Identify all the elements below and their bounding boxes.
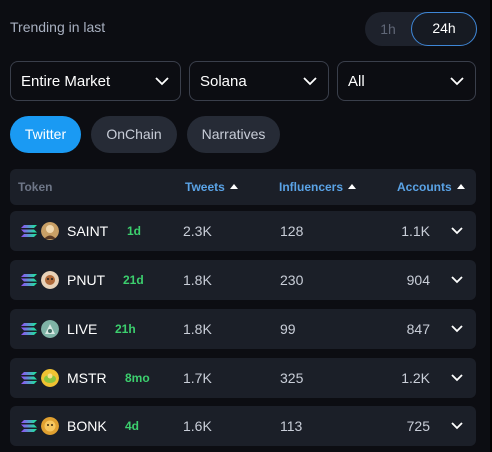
table-row[interactable]: PNUT 21d 1.8K 230 904 bbox=[10, 260, 476, 300]
solana-icon bbox=[21, 274, 37, 286]
column-label-influencers: Influencers bbox=[279, 180, 344, 194]
column-label-token: Token bbox=[18, 180, 53, 194]
token-avatar bbox=[41, 271, 59, 289]
chevron-down-icon[interactable] bbox=[450, 274, 464, 286]
column-header-token: Token bbox=[18, 180, 52, 194]
column-label-accounts: Accounts bbox=[397, 180, 452, 194]
table-row[interactable]: LIVE 21h 1.8K 99 847 bbox=[10, 309, 476, 349]
token-avatar bbox=[41, 369, 59, 387]
table-row[interactable]: BONK 4d 1.6K 113 725 bbox=[10, 406, 476, 446]
tab-twitter[interactable]: Twitter bbox=[10, 116, 81, 153]
time-range-toggle: 1h 24h bbox=[365, 12, 477, 46]
column-header-accounts[interactable]: Accounts bbox=[397, 180, 465, 194]
tab-onchain[interactable]: OnChain bbox=[91, 116, 177, 153]
influencers-count: 113 bbox=[280, 418, 303, 434]
time-option-1h[interactable]: 1h bbox=[365, 12, 411, 46]
influencers-count: 128 bbox=[280, 223, 304, 239]
tweets-count: 1.7K bbox=[183, 370, 212, 386]
accounts-count: 904 bbox=[406, 272, 430, 288]
chevron-down-icon[interactable] bbox=[450, 323, 464, 335]
trending-panel: Trending in last 1h 24h Entire Market So… bbox=[0, 0, 490, 452]
influencers-count: 99 bbox=[280, 321, 296, 337]
sort-up-icon bbox=[229, 184, 238, 190]
table-header: Token Tweets Influencers Accounts bbox=[10, 169, 476, 205]
market-select[interactable]: Entire Market bbox=[10, 61, 181, 101]
token-age: 21h bbox=[115, 322, 136, 336]
table-row[interactable]: SAINT 1d 2.3K 128 1.1K bbox=[10, 211, 476, 251]
solana-icon bbox=[21, 372, 37, 384]
sort-up-icon bbox=[348, 184, 357, 190]
solana-icon bbox=[21, 420, 37, 432]
tweets-count: 1.8K bbox=[183, 272, 212, 288]
chevron-down-icon[interactable] bbox=[450, 225, 464, 237]
chevron-down-icon bbox=[303, 77, 317, 86]
influencers-count: 230 bbox=[280, 272, 304, 288]
sort-up-icon bbox=[456, 184, 465, 190]
tweets-count: 1.8K bbox=[183, 321, 212, 337]
time-option-24h[interactable]: 24h bbox=[411, 12, 477, 46]
chevron-down-icon[interactable] bbox=[450, 420, 464, 432]
token-symbol: MSTR bbox=[67, 370, 107, 386]
accounts-count: 1.2K bbox=[401, 370, 430, 386]
chain-select-value: Solana bbox=[200, 73, 247, 90]
tweets-count: 2.3K bbox=[183, 223, 212, 239]
trending-title: Trending in last bbox=[10, 19, 106, 35]
accounts-count: 725 bbox=[406, 418, 430, 434]
influencers-count: 325 bbox=[280, 370, 304, 386]
column-label-tweets: Tweets bbox=[185, 180, 225, 194]
token-avatar bbox=[41, 417, 59, 435]
tweets-count: 1.6K bbox=[183, 418, 212, 434]
market-select-value: Entire Market bbox=[21, 73, 111, 90]
solana-icon bbox=[21, 323, 37, 335]
token-symbol: LIVE bbox=[67, 321, 98, 337]
accounts-count: 1.1K bbox=[401, 223, 430, 239]
token-age: 21d bbox=[123, 273, 144, 287]
solana-icon bbox=[21, 225, 37, 237]
token-age: 8mo bbox=[125, 371, 150, 385]
tab-narratives[interactable]: Narratives bbox=[187, 116, 280, 153]
token-avatar bbox=[41, 222, 59, 240]
token-avatar bbox=[41, 320, 59, 338]
token-symbol: SAINT bbox=[67, 223, 109, 239]
chevron-down-icon[interactable] bbox=[450, 372, 464, 384]
chevron-down-icon bbox=[450, 77, 464, 86]
scope-select[interactable]: All bbox=[337, 61, 476, 101]
column-header-influencers[interactable]: Influencers bbox=[279, 180, 357, 194]
token-age: 4d bbox=[125, 419, 140, 433]
chain-select[interactable]: Solana bbox=[189, 61, 329, 101]
column-header-tweets[interactable]: Tweets bbox=[185, 180, 238, 194]
scope-select-value: All bbox=[348, 73, 365, 90]
accounts-count: 847 bbox=[406, 321, 430, 337]
token-age: 1d bbox=[127, 224, 142, 238]
chevron-down-icon bbox=[155, 77, 169, 86]
token-symbol: BONK bbox=[67, 418, 107, 434]
table-row[interactable]: MSTR 8mo 1.7K 325 1.2K bbox=[10, 358, 476, 398]
token-symbol: PNUT bbox=[67, 272, 106, 288]
